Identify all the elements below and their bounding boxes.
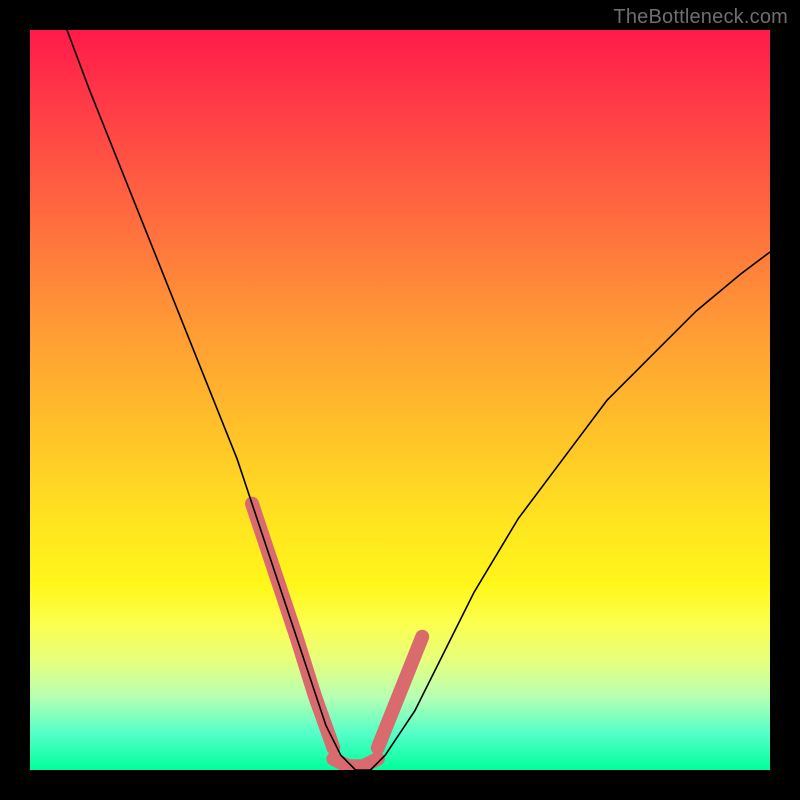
highlight-right bbox=[378, 637, 422, 748]
highlight-bottom bbox=[333, 759, 377, 766]
chart-svg bbox=[30, 30, 770, 770]
watermark-text: TheBottleneck.com bbox=[613, 6, 788, 29]
chart-area bbox=[30, 30, 770, 770]
